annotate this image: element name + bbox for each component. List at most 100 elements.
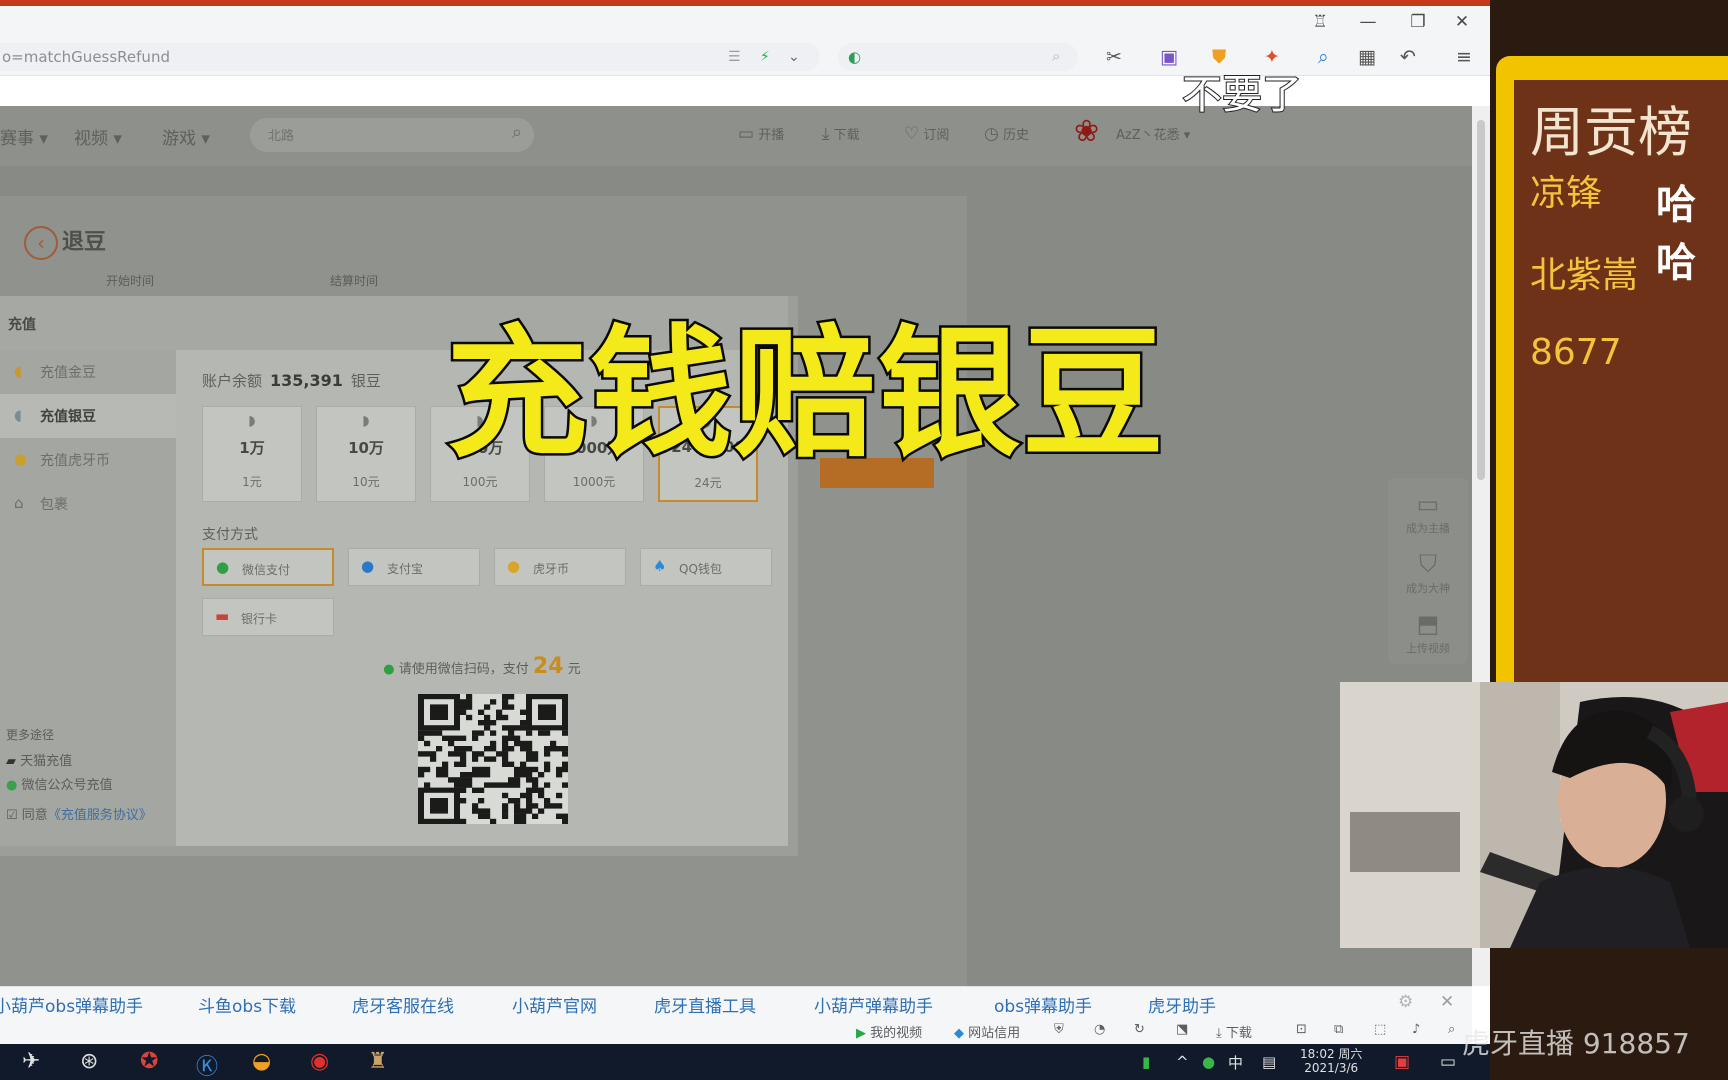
scissors-icon[interactable]: ✂ xyxy=(1106,46,1122,68)
subscribe-link[interactable]: ♡ 订阅 xyxy=(904,124,949,144)
extension-icon[interactable]: ▣ xyxy=(1160,46,1178,68)
rose-avatar-icon[interactable]: ❀ xyxy=(1074,114,1099,149)
pay-alipay[interactable]: ● 支付宝 xyxy=(348,548,480,586)
wechat-recharge-link[interactable]: ● 微信公众号充值 xyxy=(6,774,113,793)
video-icon: ▶ xyxy=(856,1026,866,1041)
bookmark-item[interactable]: 小葫芦obs弹幕助手 xyxy=(0,992,143,1017)
sidebar-item-silver-beans[interactable]: ◖ 充值银豆 xyxy=(0,394,176,438)
pay-qq-wallet[interactable]: ♠ QQ钱包 xyxy=(640,548,772,586)
pay-wechat[interactable]: ● 微信支付 xyxy=(202,548,334,586)
pay-bank-card[interactable]: ▬ 银行卡 xyxy=(202,598,334,636)
settings-icon[interactable]: ⚙ xyxy=(1398,992,1413,1012)
tray-up-icon[interactable]: ^ xyxy=(1176,1053,1189,1071)
sidebar-item-gold-beans[interactable]: ◖ 充值金豆 xyxy=(0,350,176,394)
volume-icon[interactable]: ♪ xyxy=(1412,1022,1420,1037)
account-balance: 账户余额 135,391 银豆 xyxy=(202,370,381,391)
lightning-icon[interactable]: ⚡ xyxy=(760,49,770,65)
chat-overlay-text: 哈哈 xyxy=(1656,182,1696,286)
menu-lines-icon[interactable]: ☰ xyxy=(728,49,741,65)
keyboard-icon[interactable]: ▤ xyxy=(1262,1053,1276,1071)
pay-huya-coin[interactable]: ● 虎牙币 xyxy=(494,548,626,586)
broadcast-link[interactable]: ▭ 开播 xyxy=(738,124,784,144)
nav-video[interactable]: 视频 ▾ xyxy=(74,124,122,149)
fullscreen-icon[interactable]: ⬚ xyxy=(1374,1022,1386,1037)
tmall-recharge-link[interactable]: ▰ 天猫充值 xyxy=(6,750,72,769)
bookmark-item[interactable]: obs弹幕助手 xyxy=(994,992,1092,1017)
castle-app-icon[interactable]: ♜ xyxy=(368,1049,388,1074)
package-option[interactable]: ◗ 1万 1元 xyxy=(202,406,302,502)
search-icon[interactable]: ⌕ xyxy=(512,122,522,143)
speaker-ext-icon[interactable]: ⬔ xyxy=(1176,1022,1188,1037)
game-app-icon[interactable]: ✪ xyxy=(140,1049,158,1074)
start-icon[interactable]: ✈ xyxy=(22,1049,40,1074)
become-master-button[interactable]: ⛉ 成为大神 xyxy=(1388,550,1468,596)
my-video-button[interactable]: ▶ 我的视频 xyxy=(856,1022,922,1041)
bookmark-item[interactable]: 小葫芦弹幕助手 xyxy=(814,992,933,1017)
action-center-icon[interactable]: ▭ xyxy=(1440,1052,1456,1072)
taskbar: ✈ ⊛ ✪ Ⓚ ◒ ◉ ♜ ▮ ^ ● 中 ▤ 18:02 周六 2021/3/… xyxy=(0,1044,1490,1080)
upload-icon: ⬒ xyxy=(1416,610,1440,638)
agreement-link[interactable]: 《充值服务协议》 xyxy=(48,808,152,823)
bookmark-item[interactable]: 斗鱼obs下载 xyxy=(198,992,296,1017)
restore-button[interactable]: ❐ xyxy=(1404,10,1432,34)
nav-events[interactable]: 赛事 ▾ xyxy=(0,124,48,149)
refresh-icon[interactable]: ↻ xyxy=(1134,1022,1145,1037)
scrollbar-thumb[interactable] xyxy=(1477,120,1485,480)
bookmark-item[interactable]: 虎牙助手 xyxy=(1148,992,1216,1017)
payment-qr-code xyxy=(418,694,568,824)
nav-games[interactable]: 游戏 ▾ xyxy=(162,124,210,149)
sidebar-item-huya-coin[interactable]: ● 充值虎牙币 xyxy=(0,438,176,482)
user-menu[interactable]: AzZ丶花悉 ▾ xyxy=(1116,124,1190,143)
k-app-icon[interactable]: Ⓚ xyxy=(196,1049,218,1080)
package-option[interactable]: ◗ 10万 10元 xyxy=(316,406,416,502)
bookmark-item[interactable]: 虎牙直播工具 xyxy=(654,992,756,1017)
system-clock[interactable]: 18:02 周六 2021/3/6 xyxy=(1300,1047,1362,1075)
browser-search-box[interactable]: ◐ ⌕ xyxy=(838,43,1078,71)
window-icon[interactable]: ⧉ xyxy=(1334,1022,1343,1037)
back-icon[interactable]: ‹ xyxy=(24,226,58,260)
download-button[interactable]: ⤓ 下载 xyxy=(1216,1022,1252,1041)
music-app-icon[interactable]: ◉ xyxy=(310,1049,329,1074)
search-engine-icon[interactable]: ◐ xyxy=(848,48,861,66)
upload-video-button[interactable]: ⬒ 上传视频 xyxy=(1388,610,1468,656)
undo-icon[interactable]: ↶ xyxy=(1400,46,1416,68)
floating-rail: ▭ 成为主播 ⛉ 成为大神 ⬒ 上传视频 xyxy=(1388,478,1468,664)
webcam-image xyxy=(1340,682,1728,948)
download-link[interactable]: ⤓ 下载 xyxy=(822,124,860,144)
agree-checkbox[interactable]: ☑ xyxy=(6,808,18,823)
minimize-button[interactable]: — xyxy=(1354,10,1382,34)
bookmark-item[interactable]: 小葫芦官网 xyxy=(512,992,597,1017)
sidebar-item-bag[interactable]: ⌂ 包裹 xyxy=(0,482,176,526)
status-bar: ▶ 我的视频 ◆ 网站信用 ⛨ ◔ ↻ ⬔ ⤓ 下载 ⊡ ⧉ ⬚ ♪ ⌕ xyxy=(0,1016,1472,1044)
package-amount: 1万 xyxy=(239,439,265,457)
clock-icon: ◷ xyxy=(984,124,999,144)
notification-app-icon[interactable]: ▣ xyxy=(1394,1052,1410,1072)
magnifier-icon[interactable]: ⌕ xyxy=(1318,46,1329,68)
close-icon[interactable]: ✕ xyxy=(1440,992,1454,1012)
history-link[interactable]: ◷ 历史 xyxy=(984,124,1029,144)
wechat-tray-icon[interactable]: ● xyxy=(1202,1053,1215,1071)
ime-indicator[interactable]: 中 xyxy=(1228,1052,1243,1073)
duck-app-icon[interactable]: ◒ xyxy=(252,1049,271,1074)
refund-title[interactable]: 退豆 xyxy=(62,224,106,256)
battery-icon[interactable]: ▮ xyxy=(1142,1053,1150,1071)
bookmark-item[interactable]: 虎牙客服在线 xyxy=(352,992,454,1017)
heart-icon: ♡ xyxy=(904,124,920,144)
site-search-input[interactable]: 北路 ⌕ xyxy=(250,118,534,152)
become-streamer-button[interactable]: ▭ 成为主播 xyxy=(1388,490,1468,536)
search-icon[interactable]: ⌕ xyxy=(1052,47,1060,65)
skin-icon[interactable]: ♖ xyxy=(1306,10,1334,34)
camera-icon: ▭ xyxy=(738,124,755,144)
steering-wheel-icon[interactable]: ⊛ xyxy=(80,1049,98,1074)
screenshot-icon[interactable]: ⊡ xyxy=(1296,1022,1307,1037)
leaderboard-entry: 北紫嵩 xyxy=(1530,255,1639,296)
site-trust-button[interactable]: ◆ 网站信用 xyxy=(954,1022,1020,1041)
zoom-icon[interactable]: ⌕ xyxy=(1448,1022,1455,1037)
close-button[interactable]: ✕ xyxy=(1448,10,1476,34)
url-field[interactable]: o=matchGuessRefund ☰ ⚡ ⌄ xyxy=(0,43,820,71)
speed-icon[interactable]: ◔ xyxy=(1094,1022,1105,1037)
chevron-down-icon[interactable]: ⌄ xyxy=(788,49,800,65)
grid-icon[interactable]: ▦ xyxy=(1358,46,1376,68)
shield-icon[interactable]: ⛨ xyxy=(1054,1022,1064,1037)
menu-icon[interactable]: ≡ xyxy=(1456,46,1472,68)
